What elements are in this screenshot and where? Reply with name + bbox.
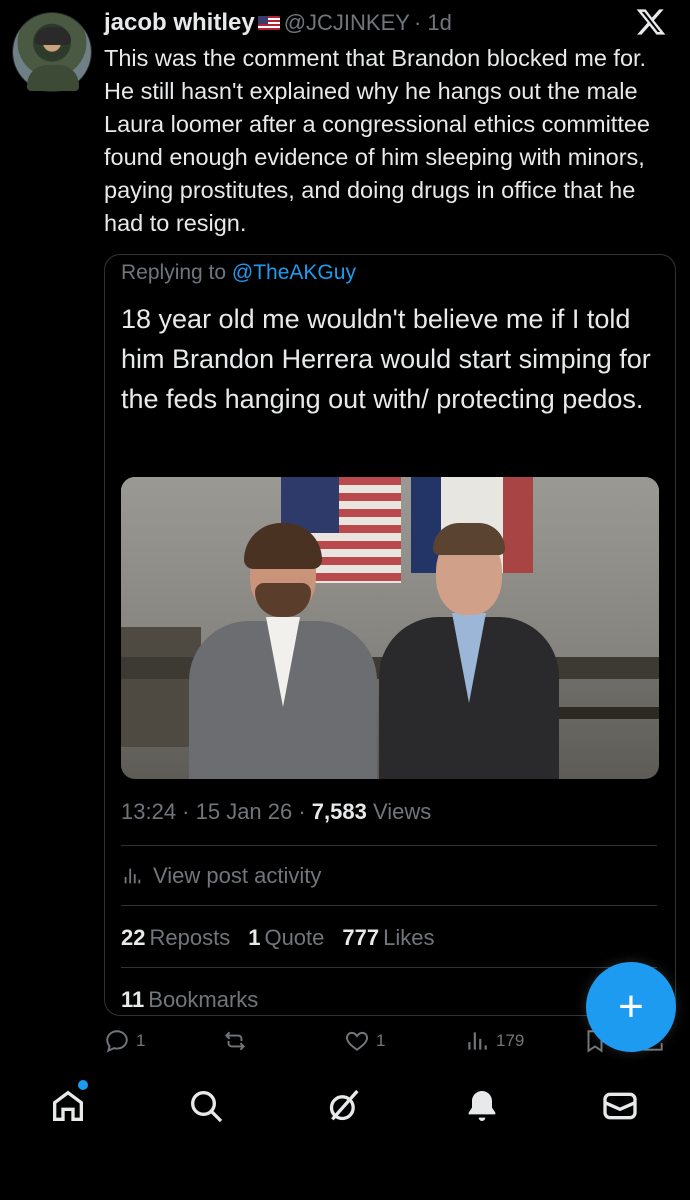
compose-button[interactable]: +: [586, 962, 676, 1052]
likes-count: 777: [342, 925, 380, 950]
mail-icon: [603, 1092, 637, 1120]
replying-to: Replying to @TheAKGuy: [121, 261, 356, 285]
replying-mention[interactable]: @TheAKGuy: [232, 261, 356, 284]
repost-button[interactable]: [222, 1028, 248, 1054]
handle[interactable]: @JCJINKEY: [284, 10, 410, 36]
view-post-activity[interactable]: View post activity: [121, 863, 321, 889]
quote-meta: 13:24 · 15 Jan 26 · 7,583 Views: [121, 799, 431, 825]
reply-count: 1: [136, 1031, 146, 1050]
tab-search[interactable]: [186, 1086, 230, 1130]
person-beard: [255, 583, 311, 617]
tweet-text: This was the comment that Brandon blocke…: [104, 45, 650, 236]
quote-label: Quote: [264, 925, 325, 950]
quote-text: 18 year old me wouldn't believe me if I …: [121, 304, 651, 414]
divider: [121, 967, 657, 968]
like-count: 1: [376, 1031, 386, 1050]
home-unread-dot: [78, 1080, 88, 1090]
bookmarks-stat[interactable]: 11 Bookmarks: [121, 987, 258, 1013]
activity-label: View post activity: [153, 863, 322, 888]
person-hair: [433, 523, 505, 555]
tab-notifications[interactable]: [462, 1086, 506, 1130]
action-bar: 1 1 179: [104, 1028, 664, 1062]
image-person-left: [189, 517, 377, 779]
meta-time: 13:24 · 15 Jan 26 ·: [121, 799, 312, 824]
tab-messages[interactable]: [600, 1086, 644, 1130]
quote-image[interactable]: [121, 477, 659, 779]
like-icon: [346, 1031, 368, 1051]
us-flag-icon: [257, 16, 280, 30]
divider: [121, 845, 657, 846]
likes-stat[interactable]: 777 Likes: [342, 925, 434, 950]
bottom-tab-bar: [0, 1070, 690, 1200]
reposts-label: Reposts: [149, 925, 231, 950]
tweet-header: jacob whitley @JCJINKEY · 1d: [104, 6, 452, 40]
views-count-small: 179: [496, 1031, 525, 1050]
reply-button[interactable]: 1: [104, 1028, 145, 1054]
views-button[interactable]: 179: [464, 1028, 524, 1054]
tab-home[interactable]: [48, 1086, 92, 1130]
divider: [121, 905, 657, 906]
image-person-right: [379, 513, 559, 779]
quoted-tweet[interactable]: Replying to @TheAKGuy 18 year old me wou…: [104, 254, 676, 1016]
like-button[interactable]: 1: [344, 1028, 385, 1054]
bell-icon: [468, 1091, 496, 1121]
time-ago: · 1d: [413, 10, 452, 35]
tab-grok[interactable]: [324, 1086, 368, 1130]
x-logo-icon[interactable]: [634, 6, 668, 40]
bookmarks-count: 11: [121, 987, 145, 1012]
reply-icon: [106, 1030, 128, 1053]
avatar-body: [27, 65, 79, 91]
views-icon: [468, 1032, 487, 1050]
search-icon: [191, 1091, 223, 1123]
grok-icon: [329, 1089, 359, 1121]
views-label: Views: [366, 799, 432, 824]
plus-icon: +: [618, 982, 644, 1031]
replying-prefix: Replying to: [121, 261, 232, 284]
person-hair: [244, 523, 322, 569]
bookmarks-label: Bookmarks: [148, 987, 259, 1012]
quotes-stat[interactable]: 1 Quote: [248, 925, 324, 950]
reposts-stat[interactable]: 22 Reposts: [121, 925, 230, 950]
avatar-helmet: [35, 27, 71, 45]
avatar[interactable]: [12, 12, 92, 92]
home-icon: [53, 1090, 83, 1121]
quote-count: 1: [248, 925, 261, 950]
display-name[interactable]: jacob whitley: [104, 9, 255, 37]
repost-icon: [224, 1031, 246, 1051]
reposts-count: 22: [121, 925, 146, 950]
activity-icon: [124, 868, 141, 884]
views-count: 7,583: [311, 799, 367, 824]
engagement-stats: 22 Reposts 1 Quote 777 Likes: [121, 925, 434, 951]
likes-label: Likes: [383, 925, 435, 950]
